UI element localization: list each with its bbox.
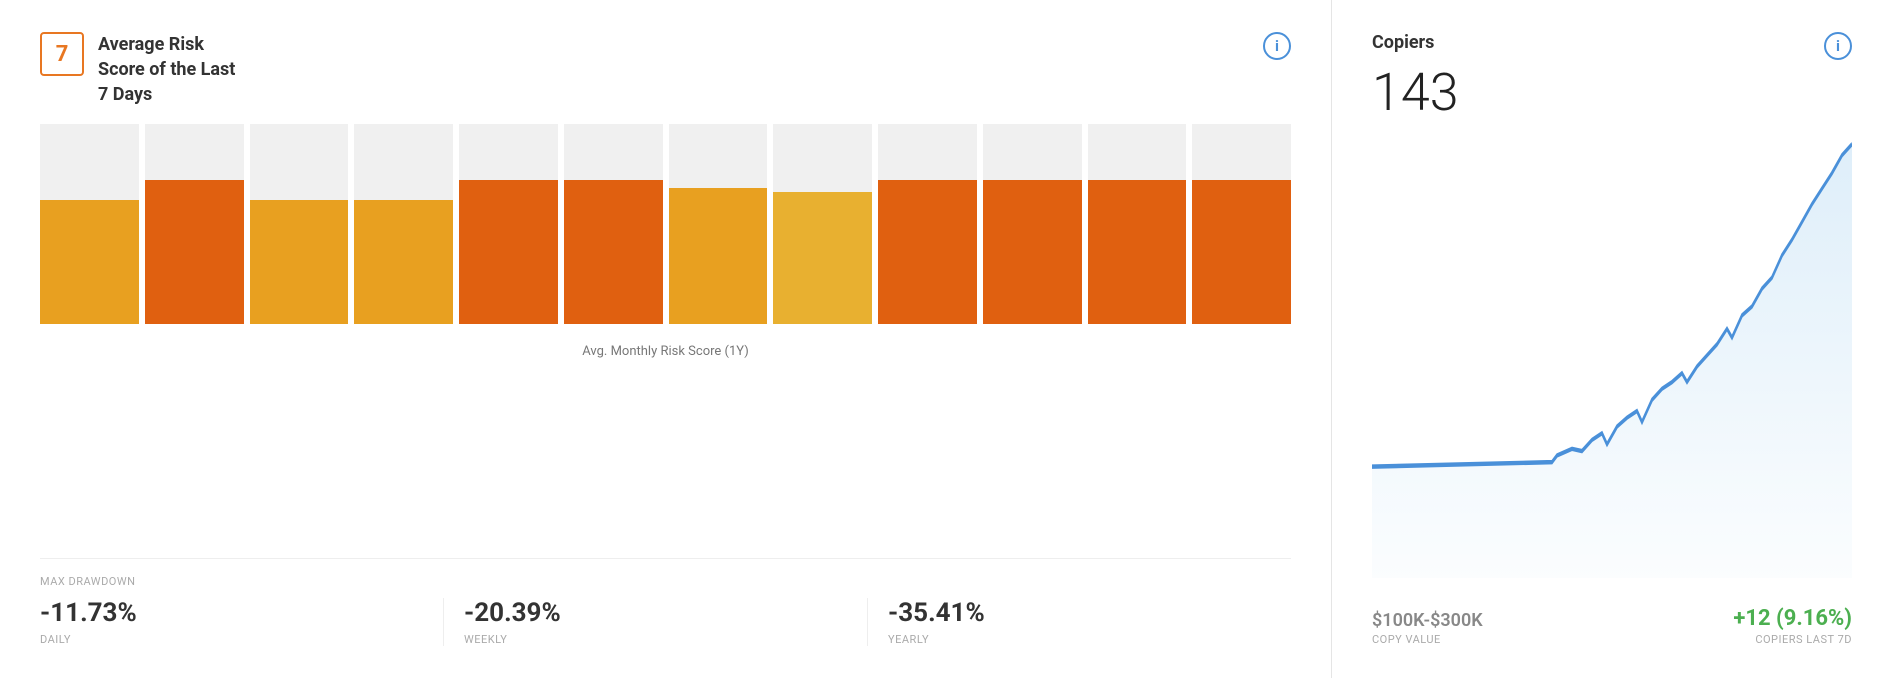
- bar-top: [564, 124, 663, 180]
- drawdown-item: -11.73% DAILY: [40, 598, 444, 646]
- bar-bottom: [145, 180, 244, 324]
- header-row: 7 Average Risk Score of the Last 7 Days …: [40, 32, 1291, 108]
- page-title: Average Risk Score of the Last 7 Days: [98, 32, 235, 108]
- copy-value-group: $100K-$300K COPY VALUE: [1372, 610, 1483, 646]
- copiers-footer: $100K-$300K COPY VALUE +12 (9.16%) COPIE…: [1372, 606, 1852, 646]
- bar-bottom: [1192, 180, 1291, 324]
- bar-top: [878, 124, 977, 180]
- copiers-header: Copiers i: [1372, 32, 1852, 60]
- copy-value-label: COPY VALUE: [1372, 633, 1483, 646]
- bar-bottom: [459, 180, 558, 324]
- bar-item: [1192, 124, 1291, 324]
- bar-item: [145, 124, 244, 324]
- drawdown-period: DAILY: [40, 633, 423, 646]
- bar-bottom: [773, 192, 872, 324]
- copy-value-amount: $100K-$300K: [1372, 610, 1483, 631]
- left-panel: 7 Average Risk Score of the Last 7 Days …: [0, 0, 1332, 678]
- bar-item: [354, 124, 453, 324]
- info-icon-right[interactable]: i: [1824, 32, 1852, 60]
- bar-top: [459, 124, 558, 180]
- drawdown-section: MAX DRAWDOWN -11.73% DAILY -20.39% WEEKLY -3…: [40, 558, 1291, 646]
- bar-top: [354, 124, 453, 200]
- bar-chart-container: Avg. Monthly Risk Score (1Y): [40, 124, 1291, 542]
- copiers-title: Copiers: [1372, 32, 1434, 53]
- drawdown-number: -11.73%: [40, 598, 423, 629]
- bar-bottom: [878, 180, 977, 324]
- info-icon-left[interactable]: i: [1263, 32, 1291, 60]
- copiers-change-label: COPIERS LAST 7D: [1733, 633, 1852, 646]
- drawdown-section-label: MAX DRAWDOWN: [40, 575, 1291, 588]
- bar-item: [459, 124, 558, 324]
- bar-bottom: [250, 200, 349, 324]
- bar-item: [250, 124, 349, 324]
- drawdown-period: WEEKLY: [464, 633, 847, 646]
- bar-item: [669, 124, 768, 324]
- bar-item: [983, 124, 1082, 324]
- copiers-change-value: +12 (9.16%): [1733, 606, 1852, 631]
- bar-top: [1088, 124, 1187, 180]
- chart-label: Avg. Monthly Risk Score (1Y): [40, 344, 1291, 359]
- bar-top: [145, 124, 244, 180]
- bar-bottom: [354, 200, 453, 324]
- drawdown-number: -35.41%: [888, 598, 1271, 629]
- bar-chart: [40, 124, 1291, 324]
- bar-top: [1192, 124, 1291, 180]
- risk-score-badge: 7: [40, 32, 84, 76]
- bar-item: [40, 124, 139, 324]
- bar-top: [983, 124, 1082, 180]
- bar-item: [773, 124, 872, 324]
- bar-top: [669, 124, 768, 188]
- drawdown-item: -20.39% WEEKLY: [464, 598, 868, 646]
- drawdown-period: YEARLY: [888, 633, 1271, 646]
- copiers-chart: [1372, 133, 1852, 578]
- title-group: 7 Average Risk Score of the Last 7 Days: [40, 32, 235, 108]
- drawdown-item: -35.41% YEARLY: [888, 598, 1291, 646]
- drawdown-number: -20.39%: [464, 598, 847, 629]
- bar-bottom: [983, 180, 1082, 324]
- right-panel: Copiers i 143 $100K-$300K COPY VALUE +12…: [1332, 0, 1892, 678]
- bar-bottom: [1088, 180, 1187, 324]
- bar-top: [40, 124, 139, 200]
- bar-item: [1088, 124, 1187, 324]
- copiers-count: 143: [1372, 64, 1852, 121]
- bar-bottom: [564, 180, 663, 324]
- bar-top: [250, 124, 349, 200]
- bar-item: [878, 124, 977, 324]
- bar-bottom: [40, 200, 139, 324]
- bar-bottom: [669, 188, 768, 324]
- drawdown-values: -11.73% DAILY -20.39% WEEKLY -35.41% YEARLY: [40, 598, 1291, 646]
- copiers-change-group: +12 (9.16%) COPIERS LAST 7D: [1733, 606, 1852, 646]
- bar-top: [773, 124, 872, 192]
- bar-item: [564, 124, 663, 324]
